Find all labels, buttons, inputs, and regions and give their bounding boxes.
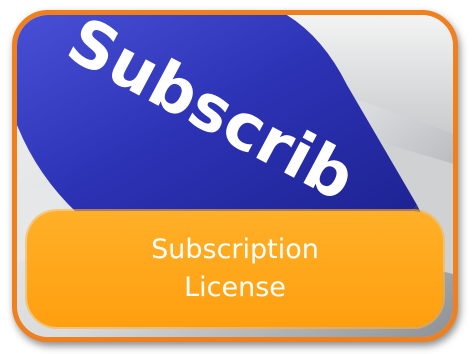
caption-banner[interactable]: Subscription License xyxy=(27,211,443,327)
caption-line-subscription: Subscription xyxy=(151,234,319,265)
caption-line-license: License xyxy=(184,272,286,303)
subscription-license-tile[interactable]: Subscrib Subscription License xyxy=(12,10,458,342)
